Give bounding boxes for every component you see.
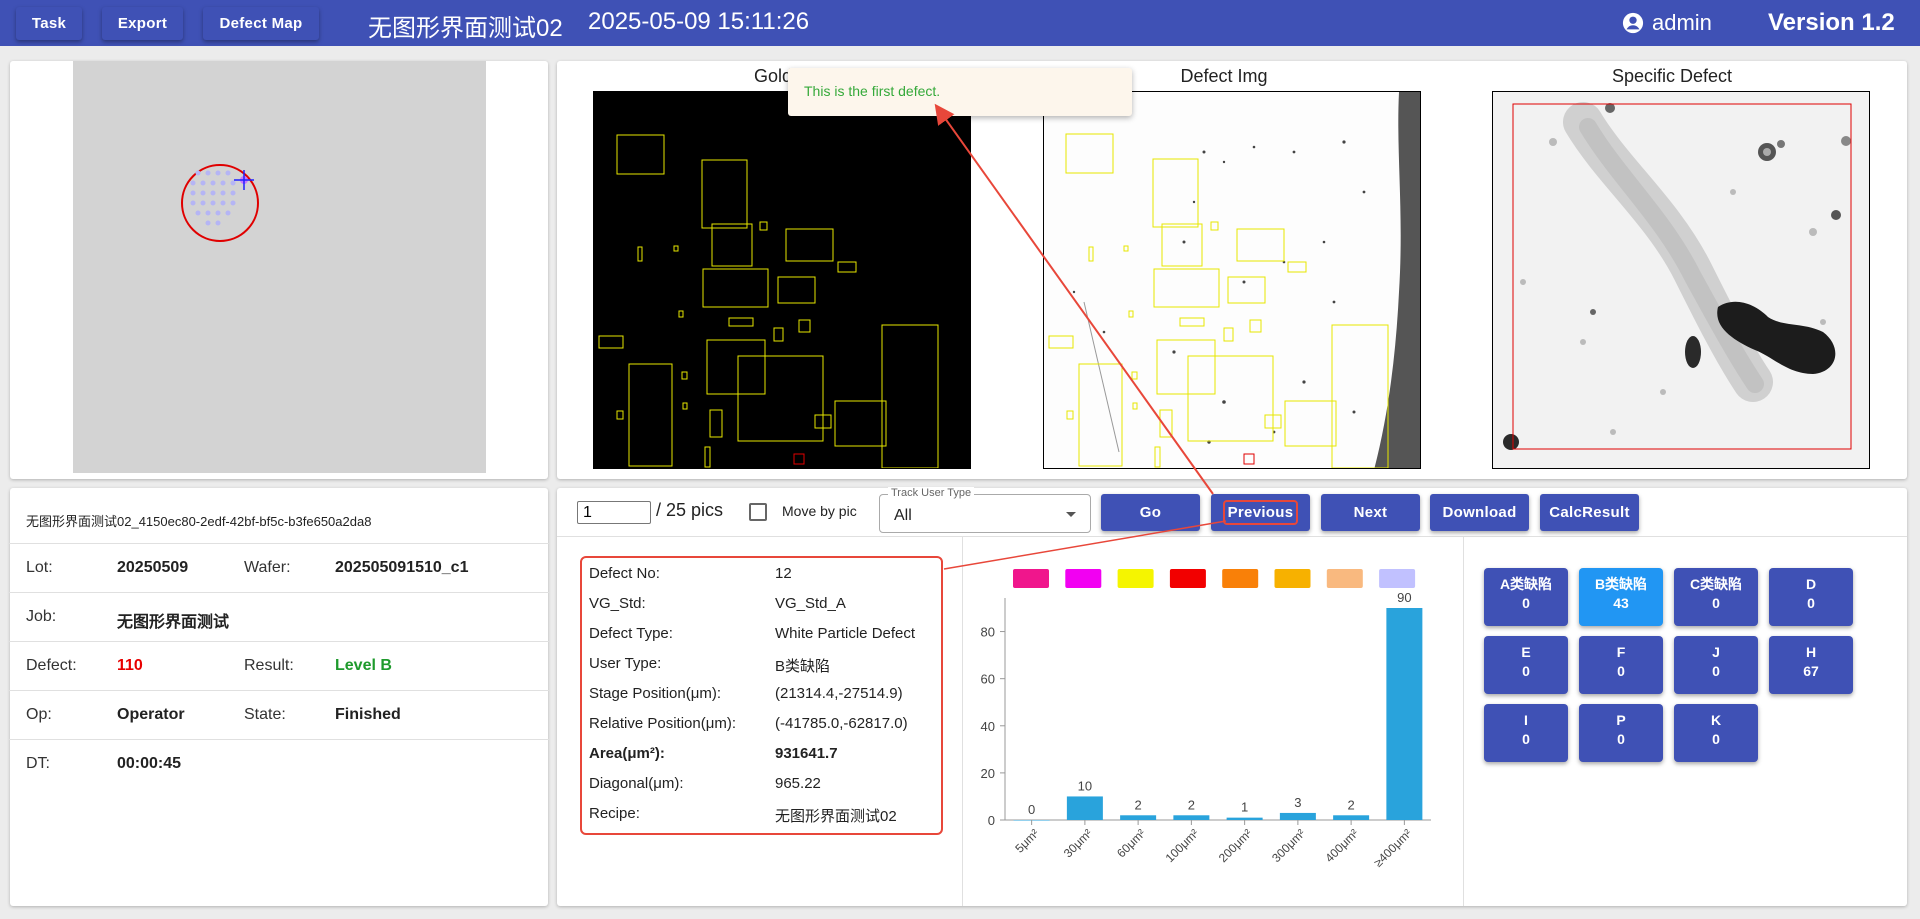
x-tick-label: 300μm² <box>1269 826 1308 865</box>
y-tick-label: 80 <box>981 625 995 640</box>
category-count: 0 <box>1712 595 1720 611</box>
category-button[interactable]: P0 <box>1579 704 1663 762</box>
category-count: 0 <box>1712 663 1720 679</box>
category-name: P <box>1616 712 1626 728</box>
detail-value: B类缺陷 <box>775 658 831 675</box>
bar <box>1333 815 1370 820</box>
category-count: 0 <box>1522 731 1530 747</box>
legend-swatch <box>1013 569 1049 588</box>
category-button[interactable]: K0 <box>1674 704 1758 762</box>
y-tick-label: 0 <box>988 813 995 828</box>
category-count: 67 <box>1803 663 1819 679</box>
category-name: C类缺陷 <box>1689 576 1743 592</box>
category-button[interactable]: I0 <box>1484 704 1568 762</box>
legend-swatch <box>1117 569 1154 588</box>
bar-value-label: 2 <box>1188 797 1195 812</box>
bar <box>1066 796 1103 820</box>
category-name: I <box>1524 712 1528 728</box>
category-count: 0 <box>1617 663 1625 679</box>
defect-detail-box: Defect No: 12 VG_Std: VG_Std_A Defect Type: W… <box>580 556 943 835</box>
category-name: B类缺陷 <box>1594 576 1648 592</box>
x-tick-label: 400μm² <box>1322 826 1361 865</box>
category-count: 0 <box>1807 595 1815 611</box>
detail-label: Stage Position(μm): <box>589 685 722 702</box>
detail-value: 无图形界面测试02 <box>775 808 897 825</box>
detail-value: 12 <box>775 565 792 582</box>
x-tick-label: 60μm² <box>1114 826 1148 860</box>
detail-value: 931641.7 <box>775 745 838 762</box>
detail-label: Area(μm²): <box>589 745 665 762</box>
detail-label: User Type: <box>589 655 662 672</box>
bar <box>1173 815 1210 820</box>
bar-value-label: 2 <box>1135 797 1142 812</box>
bar-value-label: 0 <box>1028 802 1035 817</box>
area-histogram-svg: 0 20 40 60 80 0 5μm² 10 30μm² 2 60μm² 2 100μm² 1 200μm… <box>981 569 1431 870</box>
category-count: 43 <box>1613 595 1629 611</box>
category-name: J <box>1712 644 1720 660</box>
category-name: F <box>1616 644 1626 660</box>
bar-value-label: 10 <box>1078 778 1092 793</box>
category-button[interactable]: H 67 <box>1769 636 1853 694</box>
bar-value-label: 3 <box>1294 795 1301 810</box>
category-count: 0 <box>1712 731 1720 747</box>
detail-label: Relative Position(μm): <box>589 715 737 732</box>
legend-swatch <box>1379 569 1416 588</box>
detail-label: Diagonal(μm): <box>589 775 684 792</box>
detail-label: Recipe: <box>589 805 640 822</box>
detail-label: Defect No: <box>589 565 660 582</box>
y-tick-label: 60 <box>981 672 995 687</box>
bar-value-label: 90 <box>1397 590 1411 605</box>
legend-swatch <box>1169 569 1206 588</box>
x-tick-label: 200μm² <box>1216 826 1255 865</box>
detail-value: 965.22 <box>775 775 821 792</box>
category-button[interactable]: F0 <box>1579 636 1663 694</box>
bar <box>1226 817 1263 820</box>
legend-swatch <box>1065 569 1102 588</box>
legend-swatch <box>1222 569 1259 588</box>
x-tick-label: ≥400μm² <box>1371 826 1414 869</box>
category-button[interactable]: D0 <box>1769 568 1853 626</box>
detail-label: VG_Std: <box>589 595 646 612</box>
category-name: K <box>1710 712 1722 728</box>
detail-value: White Particle Defect <box>775 625 916 642</box>
bar <box>1120 815 1157 820</box>
detail-value: (21314.4,-27514.9) <box>775 685 903 702</box>
category-name: D <box>1805 576 1817 592</box>
bar <box>1279 812 1316 820</box>
category-button[interactable]: C类缺陷 0 <box>1674 568 1758 626</box>
category-count: 0 <box>1522 663 1530 679</box>
category-name: H <box>1805 644 1817 660</box>
detail-value: VG_Std_A <box>775 595 846 612</box>
detail-value: (-41785.0,-62817.0) <box>775 715 908 732</box>
detail-label: Defect Type: <box>589 625 673 642</box>
legend-swatch <box>1326 569 1363 588</box>
category-count: 0 <box>1617 731 1625 747</box>
area-histogram: 0 20 40 60 80 0 5μm² 10 30μm² 2 60μm² 2 100μm² 1 200μm… <box>963 537 1463 906</box>
bar-value-label: 1 <box>1241 800 1248 815</box>
legend-swatch <box>1274 569 1311 588</box>
y-tick-label: 20 <box>981 766 995 781</box>
x-tick-label: 100μm² <box>1163 826 1202 865</box>
category-button[interactable]: E0 <box>1484 636 1568 694</box>
category-button[interactable]: J0 <box>1674 636 1758 694</box>
annotation-arrows <box>934 103 1227 570</box>
bar-value-label: 2 <box>1348 797 1355 812</box>
x-tick-label: 5μm² <box>1012 826 1041 855</box>
category-name: A类缺陷 <box>1499 576 1553 592</box>
bar <box>1386 608 1423 820</box>
category-name: E <box>1521 644 1531 660</box>
category-button[interactable]: A类缺陷 0 <box>1484 568 1568 626</box>
x-tick-label: 30μm² <box>1061 826 1095 860</box>
category-button[interactable]: B类缺陷 43 <box>1579 568 1663 626</box>
y-tick-label: 40 <box>981 719 995 734</box>
category-count: 0 <box>1522 595 1530 611</box>
